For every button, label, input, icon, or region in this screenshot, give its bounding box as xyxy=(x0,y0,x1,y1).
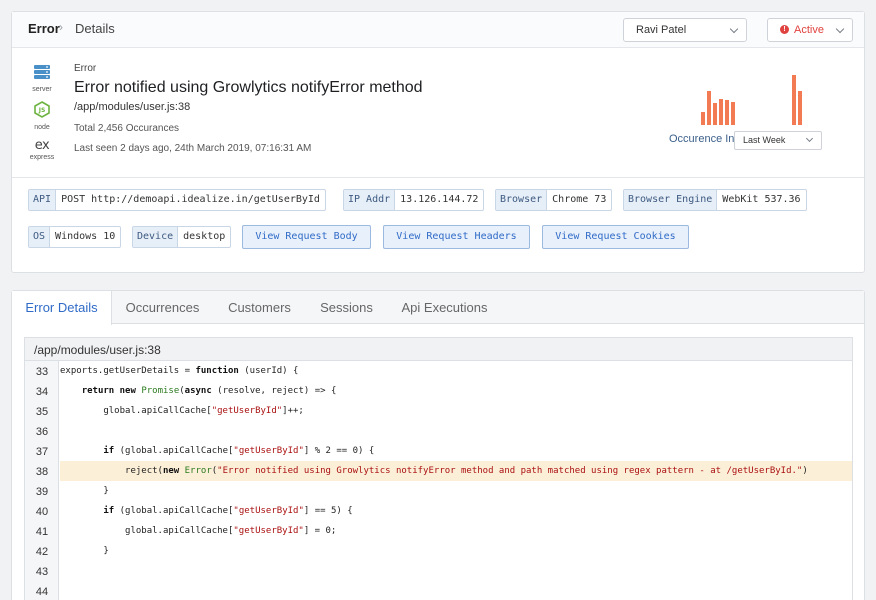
chevron-down-icon xyxy=(729,24,739,34)
code-viewer: 33 34 35 36 37 38 39 40 41 42 43 44 expo… xyxy=(24,361,853,600)
status-select[interactable]: ! Active xyxy=(767,18,853,42)
status-select-value: Active xyxy=(794,24,824,36)
code-line: global.apiCallCache["getUserById"] = 0; xyxy=(60,526,337,536)
tab-error-details[interactable]: Error Details xyxy=(12,291,112,325)
tag-browser-engine: Browser Engine WebKit 537.36 xyxy=(623,189,807,211)
error-summary-card: Error › Details Ravi Patel ! Active serv… xyxy=(11,11,865,273)
tag-key: OS xyxy=(29,227,51,247)
occurrence-bar xyxy=(792,75,796,125)
stack-label: express xyxy=(29,154,55,161)
code-line: if (global.apiCallCache["getUserById"] =… xyxy=(103,506,353,516)
tech-stack: server JS node ex express xyxy=(28,64,56,169)
tag-key: Browser xyxy=(496,190,548,210)
tag-key: Device xyxy=(133,227,179,247)
line-number: 44 xyxy=(35,586,49,598)
occurrence-bar xyxy=(731,102,735,125)
line-number: 37 xyxy=(35,446,49,458)
chevron-down-icon xyxy=(835,24,845,34)
view-request-body-button[interactable]: View Request Body xyxy=(242,225,371,249)
code-line: global.apiCallCache["getUserById"]++; xyxy=(60,406,304,416)
line-number: 38 xyxy=(35,466,49,478)
tab-occurrences[interactable]: Occurrences xyxy=(112,291,213,324)
tab-sessions[interactable]: Sessions xyxy=(306,291,387,324)
server-icon xyxy=(34,65,50,79)
line-number: 33 xyxy=(35,366,49,378)
stack-item-express: ex express xyxy=(28,138,56,162)
details-panel: Error Details Occurrences Customers Sess… xyxy=(11,290,865,600)
tag-api: API POST http://demoapi.idealize.in/getU… xyxy=(28,189,326,211)
error-path: /app/modules/user.js:38 xyxy=(74,101,191,113)
code-line: if (global.apiCallCache["getUserById"] %… xyxy=(103,446,375,456)
alert-icon: ! xyxy=(780,25,789,34)
occurrence-range-value: Last Week xyxy=(743,135,786,145)
assignee-select[interactable]: Ravi Patel xyxy=(623,18,747,42)
tag-key: Browser Engine xyxy=(624,190,718,210)
code-line-highlighted: reject(new Error("Error notified using G… xyxy=(60,461,852,481)
express-icon: ex xyxy=(34,138,50,153)
error-total: Total 2,456 Occurances xyxy=(74,123,180,134)
occurrence-bar xyxy=(701,112,705,125)
breadcrumb-current: Details xyxy=(75,21,115,36)
view-request-cookies-button[interactable]: View Request Cookies xyxy=(542,225,689,249)
tag-ip: IP Addr 13.126.144.72 xyxy=(343,189,485,211)
line-number: 40 xyxy=(35,506,49,518)
stack-item-node: JS node xyxy=(28,101,56,131)
tab-customers[interactable]: Customers xyxy=(213,291,306,324)
assignee-select-value: Ravi Patel xyxy=(636,24,687,36)
breadcrumb-separator-icon: › xyxy=(59,20,63,34)
view-request-headers-button[interactable]: View Request Headers xyxy=(383,225,530,249)
code-line: } xyxy=(60,486,109,496)
code-line: return new Promise(async (resolve, rejec… xyxy=(81,386,337,396)
stack-label: server xyxy=(32,86,52,93)
tag-value: WebKit 537.36 xyxy=(722,194,801,205)
line-number: 39 xyxy=(35,486,49,498)
tag-value: POST http://demoapi.idealize.in/getUserB… xyxy=(61,194,320,205)
tag-value: desktop xyxy=(183,231,226,242)
tag-value: Chrome 73 xyxy=(552,194,607,205)
tag-key: IP Addr xyxy=(344,190,396,210)
line-number: 43 xyxy=(35,566,49,578)
code-file-path: /app/modules/user.js:38 xyxy=(24,337,853,361)
line-number: 36 xyxy=(35,426,49,438)
line-number: 42 xyxy=(35,546,49,558)
chevron-down-icon xyxy=(805,134,814,143)
occurrence-sparkline xyxy=(681,68,802,125)
occurrence-label: Occurence In xyxy=(669,133,735,145)
occurrence-bar xyxy=(798,91,802,125)
tag-os: OS Windows 10 xyxy=(28,226,122,248)
error-title: Error notified using Growlytics notifyEr… xyxy=(74,79,423,96)
occurrence-bar xyxy=(725,100,729,125)
stack-label: node xyxy=(34,124,50,131)
tag-device: Device desktop xyxy=(132,226,232,248)
error-kind: Error xyxy=(74,63,97,74)
occurrence-bar xyxy=(719,99,723,125)
line-number: 34 xyxy=(35,386,49,398)
nodejs-icon: JS xyxy=(34,101,50,118)
code-line: } xyxy=(60,546,109,556)
occurrence-range-select[interactable]: Last Week xyxy=(734,131,822,150)
divider xyxy=(12,177,864,178)
line-number: 41 xyxy=(35,526,49,538)
line-number: 35 xyxy=(35,406,49,418)
code-line: exports.getUserDetails = function (userI… xyxy=(60,366,299,376)
tag-value: 13.126.144.72 xyxy=(400,194,479,205)
header-bar: Error › Details Ravi Patel ! Active xyxy=(12,12,864,48)
stack-item-server: server xyxy=(28,64,56,93)
error-last-seen: Last seen 2 days ago, 24th March 2019, 0… xyxy=(74,143,312,154)
tag-key: API xyxy=(29,190,57,210)
breadcrumb-root[interactable]: Error xyxy=(28,21,60,36)
svg-text:JS: JS xyxy=(38,107,46,114)
tag-value: Windows 10 xyxy=(55,231,116,242)
occurrence-bar xyxy=(707,91,711,125)
tab-bar: Error Details Occurrences Customers Sess… xyxy=(12,291,864,325)
occurrence-bar xyxy=(713,103,717,125)
tab-api-executions[interactable]: Api Executions xyxy=(387,291,502,324)
tag-browser: Browser Chrome 73 xyxy=(495,189,613,211)
